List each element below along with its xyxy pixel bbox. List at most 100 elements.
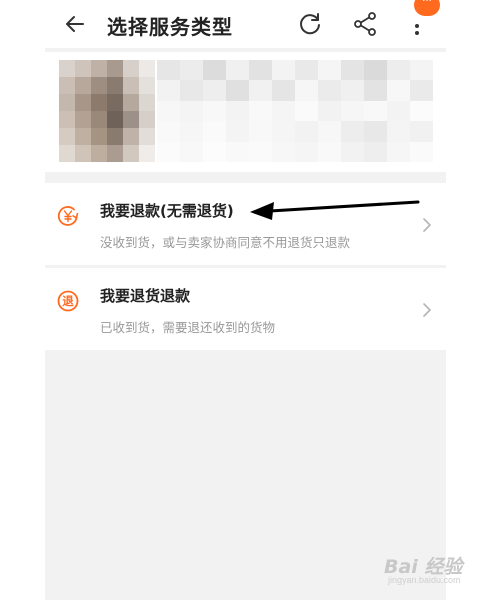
mosaic-cell <box>341 60 364 81</box>
mosaic-cell <box>157 121 180 142</box>
mosaic-cell <box>157 80 180 101</box>
mosaic-cell <box>410 141 433 162</box>
mosaic-cell <box>295 121 318 142</box>
return-icon-glyph: 退 <box>62 294 74 308</box>
mosaic-cell <box>139 77 155 94</box>
phone-screen: 选择服务类型 ··· 我要退款(无需退货) 没收到货，或与卖家协商同意不用退货只… <box>45 0 446 600</box>
watermark-url: jingyan.baidu.com <box>388 575 461 585</box>
option-title: 我要退款(无需退货) <box>100 202 234 220</box>
mosaic-cell <box>107 77 123 94</box>
back-arrow-icon[interactable] <box>63 12 87 36</box>
annotation-arrow <box>250 200 420 220</box>
mosaic-cell <box>123 94 139 111</box>
mosaic-cell <box>226 121 249 142</box>
mosaic-cell <box>341 121 364 142</box>
mosaic-cell <box>295 60 318 81</box>
option-title: 我要退货退款 <box>100 287 191 305</box>
mosaic-cell <box>75 111 91 128</box>
mosaic-cell <box>180 60 203 81</box>
mosaic-cell <box>180 121 203 142</box>
refund-yen-icon <box>57 206 79 226</box>
return-and-refund-option[interactable]: 退 我要退货退款 已收到货，需要退还收到的货物 <box>45 268 446 350</box>
mosaic-cell <box>318 80 341 101</box>
mosaic-cell <box>226 141 249 162</box>
mosaic-cell <box>364 60 387 81</box>
mosaic-cell <box>272 60 295 81</box>
mosaic-cell <box>91 128 107 145</box>
mosaic-cell <box>157 60 180 81</box>
mosaic-cell <box>123 128 139 145</box>
mosaic-cell <box>75 128 91 145</box>
mosaic-cell <box>59 60 75 77</box>
mosaic-cell <box>75 145 91 162</box>
mosaic-cell <box>139 128 155 145</box>
mosaic-cell <box>203 100 226 122</box>
mosaic-cell <box>249 141 272 162</box>
mosaic-cell <box>341 100 364 122</box>
mosaic-cell <box>107 145 123 162</box>
mosaic-cell <box>318 60 341 81</box>
mosaic-cell <box>59 94 75 111</box>
mosaic-cell <box>295 100 318 122</box>
mosaic-cell <box>203 80 226 101</box>
product-thumbnail <box>59 60 155 162</box>
top-bar: 选择服务类型 ··· <box>45 0 446 48</box>
mosaic-cell <box>180 80 203 101</box>
mosaic-cell <box>59 111 75 128</box>
mosaic-cell <box>364 141 387 162</box>
notification-badge: ··· <box>414 0 440 16</box>
mosaic-cell <box>341 141 364 162</box>
product-info-blurred <box>157 60 433 162</box>
mosaic-cell <box>91 60 107 77</box>
mosaic-cell <box>91 111 107 128</box>
baidu-jingyan-watermark: Bai 经验 jingyan.baidu.com <box>384 546 494 590</box>
option-description: 已收到货，需要退还收到的货物 <box>100 320 276 335</box>
mosaic-cell <box>180 100 203 122</box>
mosaic-cell <box>123 111 139 128</box>
product-card <box>45 52 446 172</box>
mosaic-cell <box>203 141 226 162</box>
mosaic-cell <box>272 141 295 162</box>
mosaic-cell <box>318 100 341 122</box>
page-title: 选择服务类型 <box>107 15 233 39</box>
mosaic-cell <box>272 80 295 101</box>
option-description: 没收到货，或与卖家协商同意不用退货只退款 <box>100 235 351 250</box>
mosaic-cell <box>226 60 249 81</box>
mosaic-cell <box>139 145 155 162</box>
return-icon: 退 <box>57 290 79 312</box>
mosaic-cell <box>295 141 318 162</box>
mosaic-cell <box>387 121 410 142</box>
mosaic-cell <box>107 94 123 111</box>
mosaic-cell <box>91 94 107 111</box>
mosaic-cell <box>107 111 123 128</box>
share-icon[interactable] <box>352 11 378 37</box>
mosaic-cell <box>139 94 155 111</box>
mosaic-cell <box>318 121 341 142</box>
mosaic-cell <box>91 145 107 162</box>
mosaic-cell <box>364 121 387 142</box>
mosaic-cell <box>123 145 139 162</box>
mosaic-cell <box>249 121 272 142</box>
mosaic-cell <box>364 80 387 101</box>
chevron-right-icon <box>423 303 431 317</box>
mosaic-cell <box>226 80 249 101</box>
mosaic-cell <box>410 121 433 142</box>
mosaic-cell <box>387 141 410 162</box>
mosaic-cell <box>75 60 91 77</box>
mosaic-cell <box>180 141 203 162</box>
mosaic-cell <box>107 60 123 77</box>
mosaic-cell <box>139 111 155 128</box>
mosaic-cell <box>107 128 123 145</box>
mosaic-cell <box>387 80 410 101</box>
mosaic-cell <box>75 94 91 111</box>
mosaic-cell <box>226 100 249 122</box>
mosaic-cell <box>341 80 364 101</box>
mosaic-cell <box>203 121 226 142</box>
mosaic-cell <box>249 80 272 101</box>
mosaic-cell <box>157 100 180 122</box>
chevron-right-icon <box>423 218 431 232</box>
mosaic-cell <box>272 100 295 122</box>
mosaic-cell <box>410 80 433 101</box>
refresh-icon[interactable] <box>297 11 323 37</box>
mosaic-cell <box>157 141 180 162</box>
